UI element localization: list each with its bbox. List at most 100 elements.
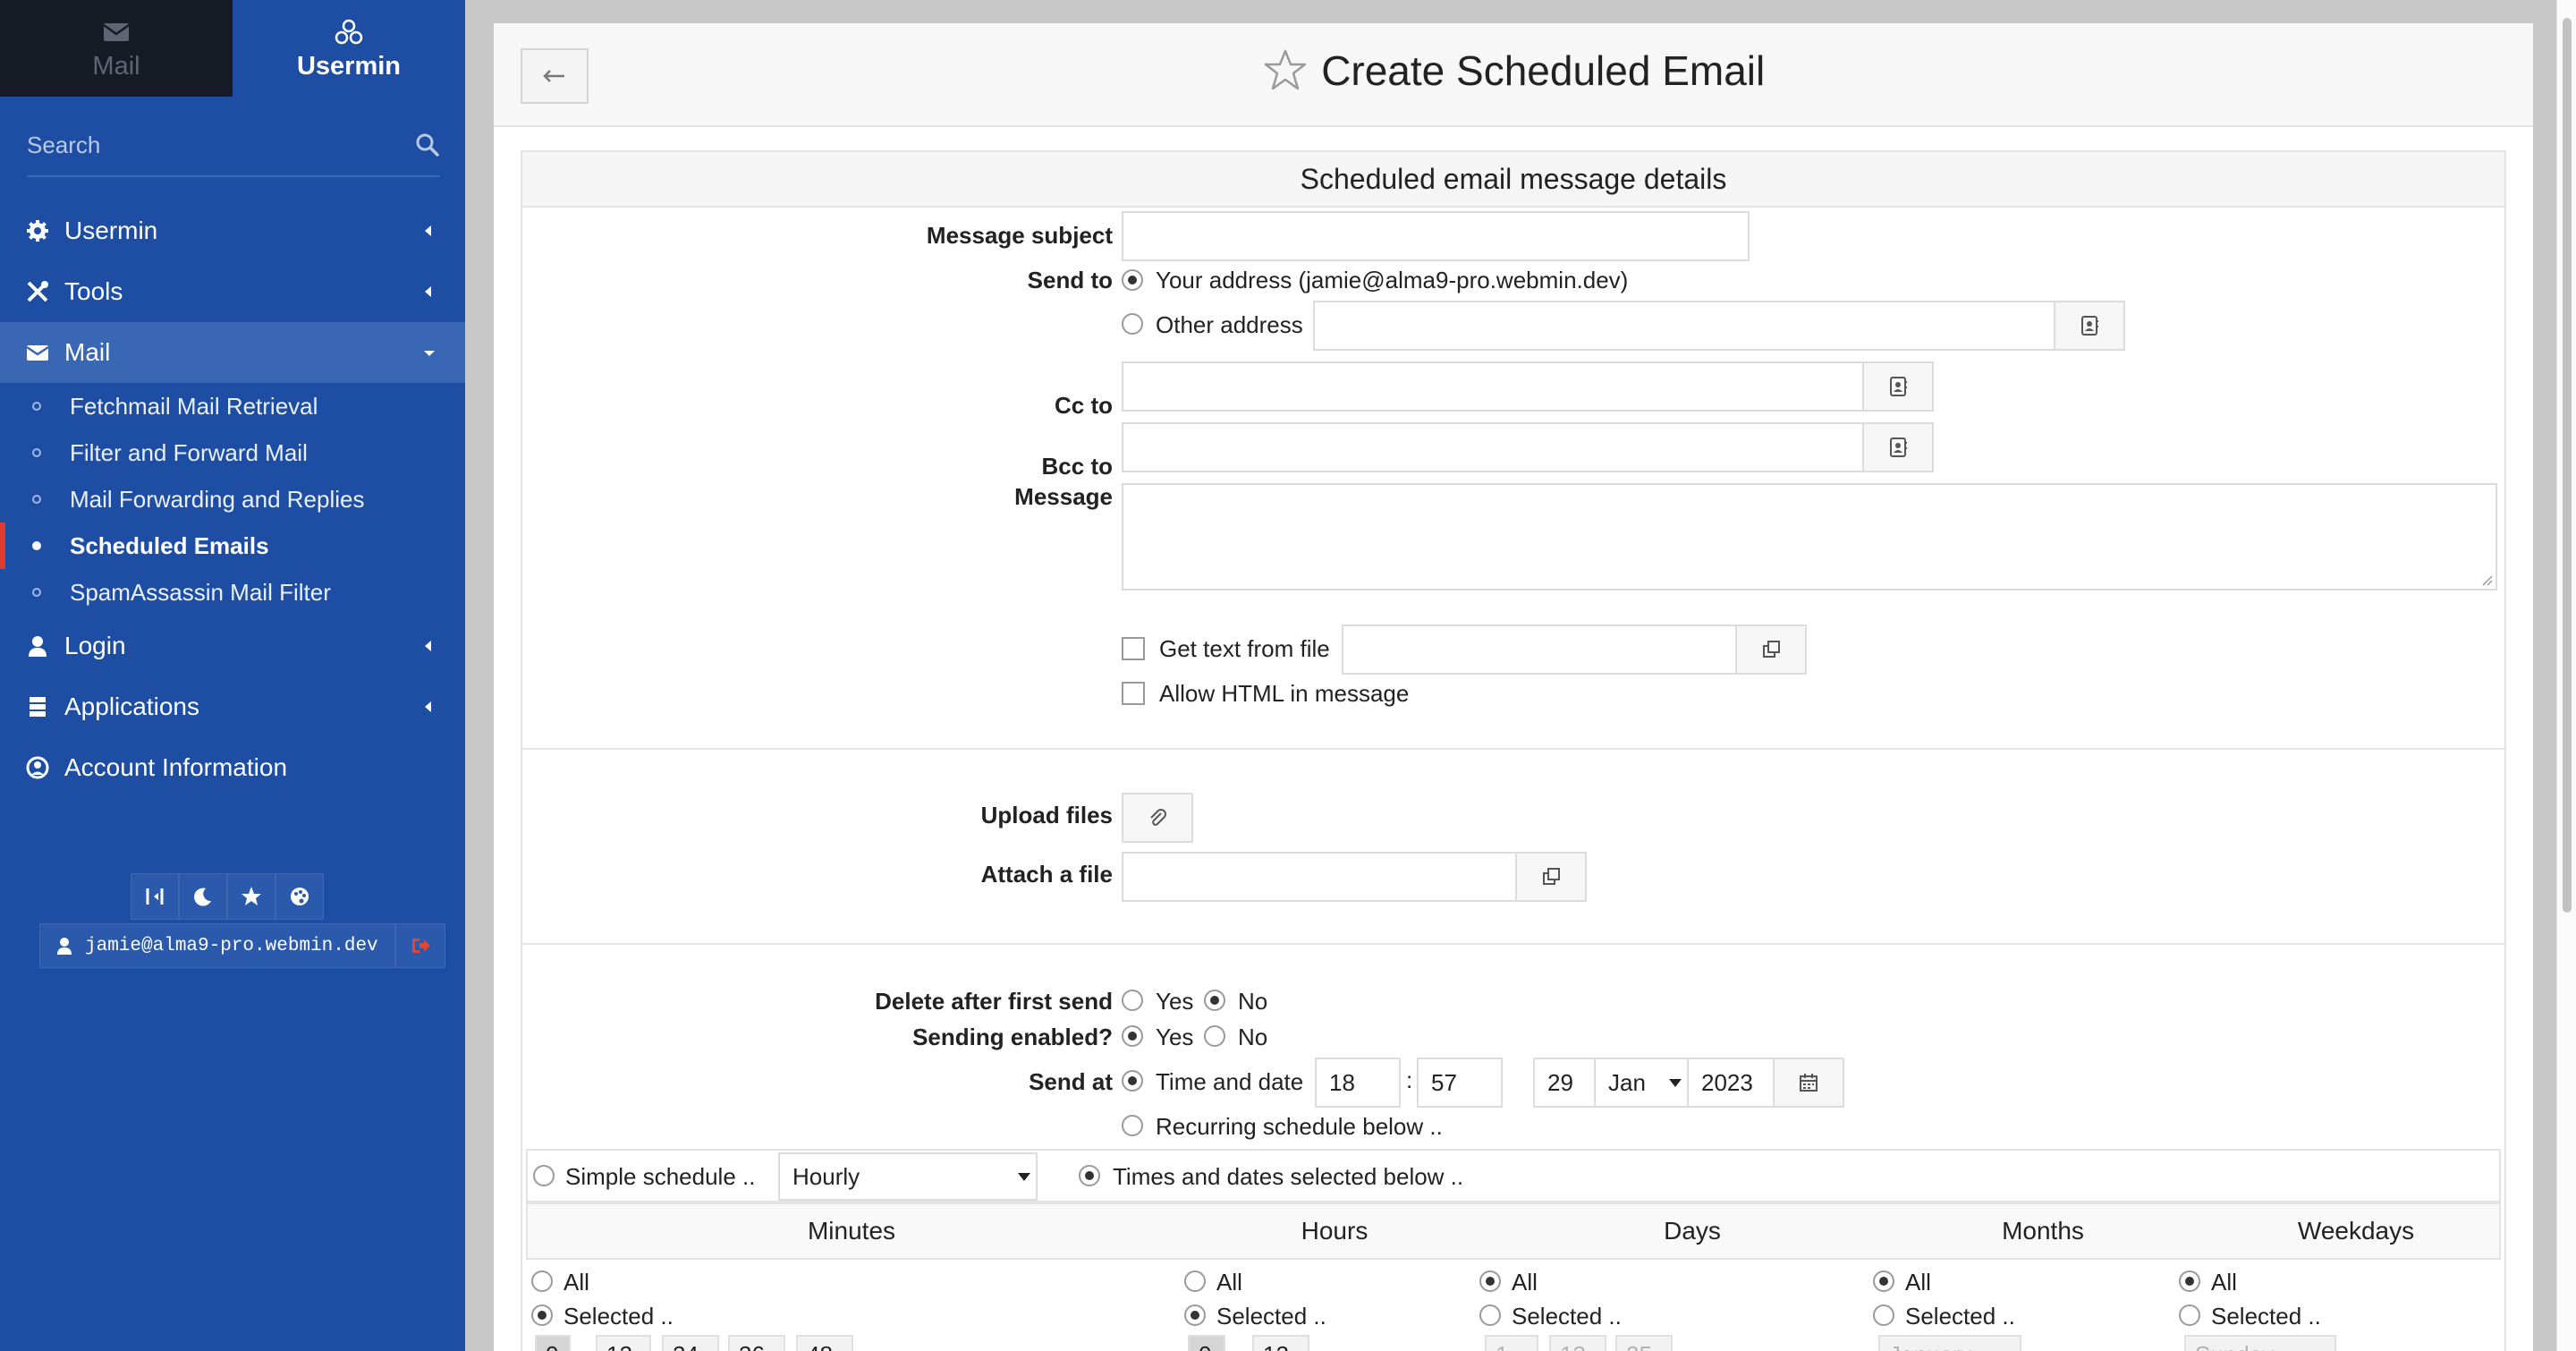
other-address-book-button[interactable] (2054, 301, 2125, 351)
cc-input[interactable] (1122, 361, 1864, 412)
attach-file-input[interactable] (1122, 852, 1517, 902)
page-title: Create Scheduled Email (1321, 47, 1766, 94)
theme-button[interactable] (275, 873, 324, 920)
sidebar-item-login-label: Login (64, 632, 126, 659)
get-text-checkbox[interactable] (1122, 637, 1145, 660)
favorites-button[interactable] (227, 873, 275, 920)
attach-label: Attach a file (980, 861, 1113, 888)
minute-option[interactable]: 24 (662, 1335, 719, 1351)
enabled-yes-text: Yes (1156, 1024, 1194, 1050)
times-dates-text: Times and dates selected below .. (1113, 1163, 1464, 1190)
hours-all-radio[interactable] (1184, 1270, 1206, 1292)
day-input[interactable]: 29 (1533, 1058, 1596, 1108)
day-option[interactable]: 25 (1615, 1335, 1673, 1351)
weekdays-selected-radio[interactable] (2179, 1304, 2200, 1326)
delete-yes-radio[interactable] (1122, 990, 1143, 1011)
app-window: Mail Usermin Usermin Tools (0, 0, 2576, 1351)
paperclip-icon (1150, 809, 1166, 826)
simple-schedule-radio[interactable] (533, 1165, 555, 1186)
subject-input[interactable] (1122, 211, 1750, 261)
dark-mode-button[interactable] (179, 873, 227, 920)
minute-option[interactable]: 48 (796, 1335, 853, 1351)
favorite-star-icon[interactable] (1262, 47, 1309, 94)
bcc-address-book-button[interactable] (1862, 422, 1934, 472)
send-at-recurring-radio[interactable] (1122, 1115, 1143, 1136)
sidebar-item-account[interactable]: Account Information (0, 737, 465, 798)
hour-input[interactable]: 18 (1315, 1058, 1401, 1108)
minutes-all-radio[interactable] (531, 1270, 553, 1292)
logout-button[interactable] (394, 923, 445, 968)
other-address-input[interactable] (1313, 301, 2055, 351)
sidebar-item-usermin[interactable]: Usermin (0, 200, 465, 261)
minutes-selected-radio[interactable] (531, 1304, 553, 1326)
months-selected-text: Selected .. (1905, 1303, 2015, 1330)
minute-option[interactable]: 0 (535, 1335, 571, 1351)
months-all-radio[interactable] (1873, 1270, 1894, 1292)
get-text-file-input[interactable] (1342, 625, 1737, 675)
minute-option[interactable]: 36 (728, 1335, 785, 1351)
simple-schedule-select[interactable]: Hourly (778, 1152, 1038, 1201)
send-at-datetime-radio[interactable] (1122, 1070, 1143, 1092)
minute-input[interactable]: 57 (1417, 1058, 1503, 1108)
sidebar-subitem-spamassassin[interactable]: SpamAssassin Mail Filter (0, 569, 465, 616)
resize-handle-icon[interactable] (2481, 574, 2494, 587)
times-dates-radio[interactable] (1079, 1165, 1100, 1186)
page-header: Create Scheduled Email (494, 23, 2533, 127)
sidebar-subitem-forwarding-replies[interactable]: Mail Forwarding and Replies (0, 476, 465, 523)
month-dropdown-icon (1669, 1079, 1682, 1087)
sidebar-item-mail[interactable]: Mail (0, 322, 465, 383)
weekdays-all-text: All (2211, 1269, 2237, 1296)
hours-selected-radio[interactable] (1184, 1304, 1206, 1326)
delete-no-radio[interactable] (1204, 990, 1225, 1011)
day-option[interactable]: 13 (1549, 1335, 1606, 1351)
col-days: Days (1664, 1217, 1721, 1245)
col-minutes: Minutes (807, 1217, 896, 1245)
sendto-other-text: Other address (1156, 311, 1303, 338)
minute-option[interactable]: 12 (596, 1335, 651, 1351)
allow-html-checkbox[interactable] (1122, 682, 1145, 705)
sidebar-subitem-filter-forward[interactable]: Filter and Forward Mail (0, 429, 465, 476)
month-option[interactable]: January (1878, 1335, 2021, 1351)
message-textarea[interactable] (1122, 483, 2497, 591)
simple-schedule-value: Hourly (792, 1162, 860, 1190)
envelope-icon (103, 22, 130, 41)
search-input[interactable] (27, 118, 440, 172)
sendto-your-radio[interactable] (1122, 269, 1143, 291)
sidebar-item-mail-label: Mail (64, 338, 111, 366)
delete-no-text: No (1238, 988, 1268, 1015)
calendar-button[interactable] (1773, 1058, 1844, 1108)
hour-option[interactable]: 0 (1188, 1335, 1225, 1351)
collapse-button[interactable] (131, 873, 179, 920)
sidebar-item-login[interactable]: Login (0, 616, 465, 676)
days-selected-radio[interactable] (1479, 1304, 1501, 1326)
tab-usermin[interactable]: Usermin (233, 0, 465, 97)
enabled-no-radio[interactable] (1204, 1025, 1225, 1047)
get-text-browse-button[interactable] (1735, 625, 1807, 675)
cc-address-book-button[interactable] (1862, 361, 1934, 412)
sendto-other-radio[interactable] (1122, 313, 1143, 335)
scrollbar-thumb[interactable] (2563, 18, 2572, 913)
sidebar-toolbar (131, 873, 324, 920)
search-icon[interactable] (415, 132, 440, 157)
sidebar-subitem-fetchmail[interactable]: Fetchmail Mail Retrieval (0, 383, 465, 429)
sidebar-search (27, 118, 440, 177)
days-all-radio[interactable] (1479, 1270, 1501, 1292)
bcc-input[interactable] (1122, 422, 1864, 472)
tab-mail[interactable]: Mail (0, 0, 233, 97)
attach-browse-button[interactable] (1515, 852, 1587, 902)
upload-files-button[interactable] (1122, 793, 1193, 843)
day-option[interactable]: 1 (1485, 1335, 1538, 1351)
hour-option[interactable]: 12 (1252, 1335, 1309, 1351)
sidebar-subitem-scheduled-emails[interactable]: Scheduled Emails (0, 523, 465, 569)
page-title-wrap: Create Scheduled Email (494, 47, 2533, 95)
year-input[interactable]: 2023 (1687, 1058, 1775, 1108)
user-account-button[interactable]: jamie@alma9-pro.webmin.dev (39, 923, 395, 968)
page-scrollbar[interactable] (2556, 0, 2576, 1351)
enabled-yes-radio[interactable] (1122, 1025, 1143, 1047)
weekdays-all-radio[interactable] (2179, 1270, 2200, 1292)
months-selected-radio[interactable] (1873, 1304, 1894, 1326)
sidebar-item-applications[interactable]: Applications (0, 676, 465, 737)
weekday-option[interactable]: Sunday (2184, 1335, 2336, 1351)
sidebar-item-tools[interactable]: Tools (0, 261, 465, 322)
cc-label: Cc to (1055, 392, 1113, 419)
